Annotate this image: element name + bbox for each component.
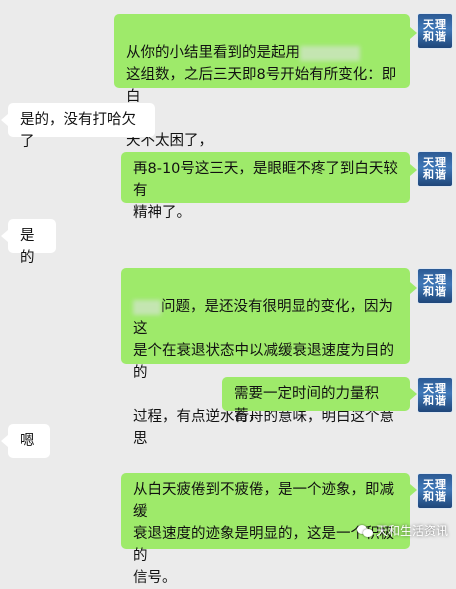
redacted-text	[133, 299, 161, 315]
message-bubble-outgoing[interactable]: 问题，是还没有很明显的变化，因为这 是个在衰退状态中以减缓衰退速度为目的的 过程…	[121, 268, 410, 491]
message-bubble-outgoing[interactable]: 再8-10号这三天，是眼眶不疼了到白天较有 精神了。	[121, 152, 410, 221]
bubble-tail	[410, 282, 417, 294]
user-avatar[interactable]: 天理 和谐	[417, 473, 453, 509]
user-avatar[interactable]: 天理 和谐	[417, 13, 453, 49]
message-text: 过程，有点逆水行舟的意味，明白这个意思	[133, 409, 394, 447]
message-bubble-outgoing[interactable]: 需要一定时间的力量积蓄，	[222, 377, 410, 424]
bubble-tail	[410, 164, 417, 176]
bubble-tail	[410, 27, 417, 39]
message-text: 问题，是还没有很明显的变化，因为这	[133, 299, 393, 337]
bubble-tail	[410, 388, 417, 400]
message-text: 天不太困了，	[126, 133, 213, 149]
bubble-tail	[1, 230, 8, 242]
message-text: 这组数，之后三天即8号开始有所变化：即白	[126, 67, 397, 105]
account-watermark: 天和生活资讯	[356, 522, 448, 539]
message-bubble-incoming[interactable]: 嗯	[8, 424, 50, 458]
user-avatar[interactable]: 天理 和谐	[417, 268, 453, 304]
user-avatar[interactable]: 天理 和谐	[417, 377, 453, 413]
watermark-text: 天和生活资讯	[375, 524, 448, 538]
message-bubble-outgoing[interactable]: 从你的小结里看到的是起用 这组数，之后三天即8号开始有所变化：即白 天不太困了，	[114, 14, 410, 149]
message-bubble-incoming[interactable]: 是的	[8, 219, 56, 266]
wechat-icon	[356, 524, 373, 538]
redacted-text	[300, 45, 360, 61]
bubble-tail	[410, 484, 417, 496]
message-bubble-incoming[interactable]: 是的，没有打哈欠了	[8, 103, 155, 150]
user-avatar[interactable]: 天理 和谐	[417, 151, 453, 187]
bubble-tail	[1, 435, 8, 447]
message-text: 从你的小结里看到的是起用	[126, 45, 300, 61]
bubble-tail	[1, 114, 8, 126]
